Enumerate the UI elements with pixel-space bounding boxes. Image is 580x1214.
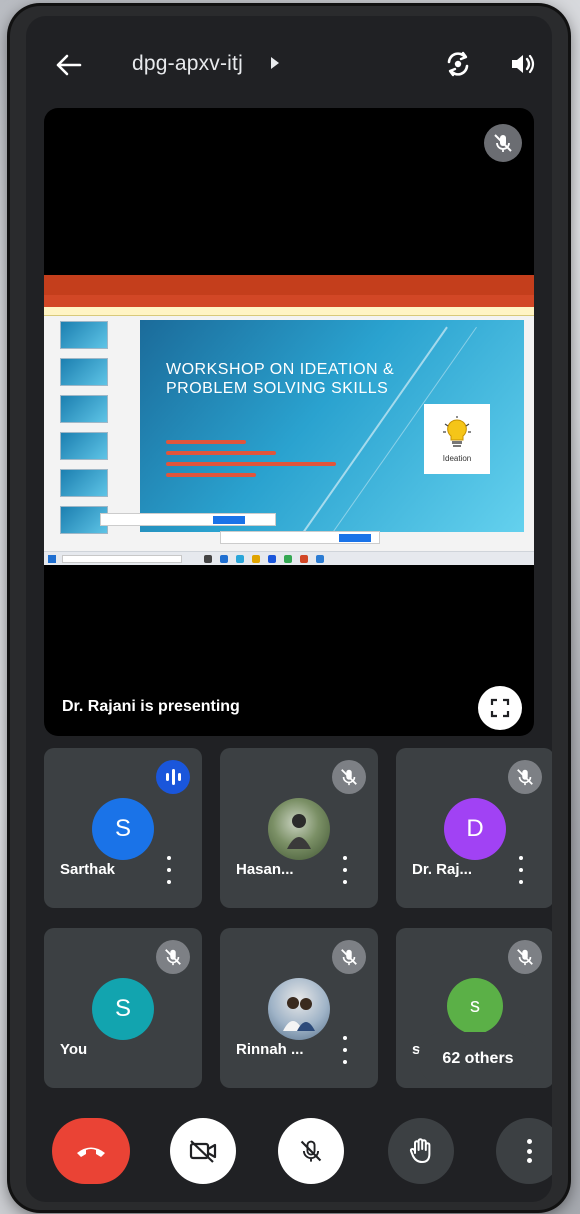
- powerpoint-ribbon: [44, 295, 534, 307]
- participant-tile[interactable]: S Sarthak: [44, 748, 202, 908]
- avatar: D: [444, 798, 506, 860]
- mic-off-icon: [300, 1140, 322, 1162]
- end-call-button[interactable]: [52, 1118, 130, 1184]
- mic-off-icon: [508, 940, 542, 974]
- presenting-label: Dr. Rajani is presenting: [62, 698, 240, 715]
- avatar: S: [92, 978, 154, 1040]
- presentation-stage[interactable]: WORKSHOP ON IDEATION & PROBLEM SOLVING S…: [44, 108, 534, 736]
- mic-toggle-button[interactable]: [278, 1118, 344, 1184]
- participant-name: Rinnah ...: [236, 1041, 304, 1058]
- participant-name: Sarthak: [60, 861, 116, 878]
- chevron-right-icon[interactable]: [271, 57, 279, 69]
- camera-toggle-button[interactable]: [170, 1118, 236, 1184]
- shared-screen: WORKSHOP ON IDEATION & PROBLEM SOLVING S…: [44, 275, 534, 565]
- mic-off-icon: [508, 760, 542, 794]
- phone-hangup-icon: [77, 1147, 105, 1157]
- participant-tile[interactable]: Rinnah ...: [220, 928, 378, 1088]
- slide-title: WORKSHOP ON IDEATION & PROBLEM SOLVING S…: [166, 361, 395, 397]
- more-vertical-icon[interactable]: [340, 856, 350, 884]
- more-vertical-icon: [526, 1139, 532, 1163]
- current-slide: WORKSHOP ON IDEATION & PROBLEM SOLVING S…: [140, 320, 524, 532]
- ideation-label: Ideation: [442, 453, 472, 463]
- share-notification: [100, 513, 276, 526]
- phone-frame: dpg-apxv-itj WORKSHOP ON IDEATION & PROB…: [10, 6, 568, 1210]
- fullscreen-icon[interactable]: [478, 686, 522, 730]
- avatar: S: [92, 798, 154, 860]
- meet-screen: dpg-apxv-itj WORKSHOP ON IDEATION & PROB…: [26, 16, 552, 1202]
- more-vertical-icon[interactable]: [516, 856, 526, 884]
- participant-tile[interactable]: Hasan...: [220, 748, 378, 908]
- mic-off-icon: [332, 940, 366, 974]
- participant-tile[interactable]: D Dr. Raj...: [396, 748, 552, 908]
- top-bar: dpg-apxv-itj: [26, 16, 552, 106]
- mic-off-icon: [332, 760, 366, 794]
- participant-name: Dr. Raj...: [412, 861, 473, 878]
- camera-off-icon: [189, 1140, 217, 1163]
- participant-tile-self[interactable]: S You: [44, 928, 202, 1088]
- avatar: s: [447, 978, 503, 1034]
- raise-hand-button[interactable]: [388, 1118, 454, 1184]
- participant-name: Hasan...: [236, 861, 294, 878]
- share-notification-2: [220, 531, 380, 544]
- mic-off-icon: [484, 124, 522, 162]
- windows-taskbar: [44, 551, 534, 565]
- others-button[interactable]: 62 others: [418, 1032, 538, 1086]
- flip-camera-icon[interactable]: [440, 46, 476, 82]
- avatar: [268, 798, 330, 860]
- powerpoint-titlebar: [44, 275, 534, 295]
- avatar: [268, 978, 330, 1040]
- more-vertical-icon[interactable]: [164, 856, 174, 884]
- slide-subtitle-lines: [166, 440, 346, 484]
- lightbulb-icon: [443, 415, 471, 447]
- mic-off-icon: [156, 940, 190, 974]
- hand-icon: [409, 1138, 431, 1163]
- speaker-icon[interactable]: [506, 47, 540, 81]
- ideation-image: Ideation: [424, 404, 490, 474]
- back-arrow-icon[interactable]: [52, 48, 86, 82]
- more-vertical-icon[interactable]: [340, 1036, 350, 1064]
- meeting-code[interactable]: dpg-apxv-itj: [132, 52, 243, 76]
- speaking-indicator-icon: [156, 760, 190, 794]
- more-options-button[interactable]: [496, 1118, 552, 1184]
- slide-thumbnails: [52, 321, 114, 534]
- protected-view-bar: [44, 307, 534, 316]
- participant-name: You: [60, 1041, 88, 1058]
